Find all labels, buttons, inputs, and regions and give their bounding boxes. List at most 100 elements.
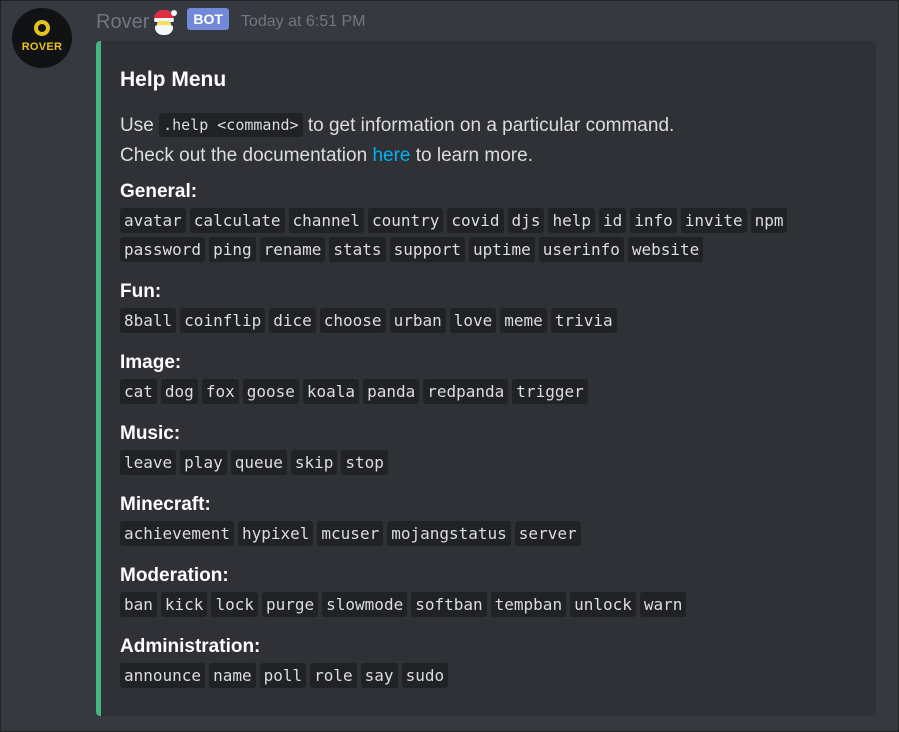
- command-chip[interactable]: announce: [120, 663, 206, 688]
- command-chip[interactable]: cat: [120, 379, 157, 404]
- section-image: Image: cat dog fox goose koala panda redpanda t…: [120, 351, 820, 404]
- command-chip[interactable]: unlock: [570, 592, 636, 617]
- embed-color-bar: [96, 41, 101, 716]
- command-chip[interactable]: slowmode: [322, 592, 408, 617]
- command-chip[interactable]: play: [180, 450, 227, 475]
- command-chip[interactable]: country: [367, 208, 444, 233]
- section-general: General: avatar calculate channel country co…: [120, 180, 820, 262]
- command-chip[interactable]: password: [120, 237, 206, 262]
- description-line-1: Use .help <command> to get information o…: [120, 111, 674, 141]
- section-minecraft: Minecraft: achievement hypixel mcuser mojan…: [120, 493, 820, 546]
- command-chip[interactable]: calculate: [189, 208, 285, 233]
- command-chip[interactable]: info: [630, 208, 677, 233]
- command-chip[interactable]: role: [310, 663, 357, 688]
- command-chip[interactable]: tempban: [490, 592, 567, 617]
- command-chip[interactable]: meme: [500, 308, 547, 333]
- command-chip[interactable]: support: [389, 237, 465, 262]
- command-chip[interactable]: name: [209, 663, 256, 688]
- bot-avatar[interactable]: ROVER: [12, 8, 72, 68]
- avatar-logo-text: ROVER: [21, 41, 63, 53]
- section-title: Image:: [120, 352, 182, 373]
- message-header: Rover BOT Today at 6:51 PM: [96, 8, 365, 36]
- command-chip[interactable]: goose: [242, 379, 299, 404]
- embed-description: Use .help <command> to get information o…: [120, 111, 674, 170]
- command-list: ban kick lock purge slowmode softban tempban un…: [120, 592, 820, 617]
- command-chip[interactable]: help: [548, 208, 595, 233]
- command-chip[interactable]: softban: [411, 592, 487, 617]
- desc-text: to learn more.: [410, 145, 533, 166]
- section-title: Fun:: [120, 281, 162, 302]
- command-chip[interactable]: website: [627, 237, 704, 262]
- desc-text: Use: [120, 115, 160, 136]
- command-list: achievement hypixel mcuser mojangstatus serv…: [120, 521, 820, 546]
- command-chip[interactable]: covid: [447, 208, 504, 233]
- command-list: leave play queue skip stop: [120, 450, 820, 475]
- command-chip[interactable]: choose: [319, 308, 386, 333]
- command-chip[interactable]: fox: [201, 379, 239, 404]
- command-list: 8ball coinflip dice choose urban love meme triv…: [120, 308, 820, 333]
- username[interactable]: Rover: [96, 8, 149, 36]
- inline-code: .help <command>: [159, 113, 303, 137]
- section-moderation: Moderation: ban kick lock purge slowmode soft…: [120, 564, 820, 617]
- command-chip[interactable]: ping: [209, 237, 256, 262]
- command-chip[interactable]: rename: [259, 237, 326, 262]
- command-chip[interactable]: dog: [160, 379, 198, 404]
- desc-text: Check out the documentation: [120, 145, 373, 166]
- section-fun: Fun: 8ball coinflip dice choose urban love mem…: [120, 280, 820, 333]
- command-chip[interactable]: queue: [230, 450, 287, 475]
- command-chip[interactable]: trigger: [512, 379, 588, 404]
- command-chip[interactable]: skip: [290, 450, 338, 475]
- command-chip[interactable]: poll: [259, 663, 307, 688]
- command-chip[interactable]: npm: [750, 208, 788, 233]
- help-embed: Help Menu Use .help <command> to get inf…: [96, 41, 876, 716]
- command-chip[interactable]: mcuser: [317, 521, 384, 546]
- section-title: Minecraft:: [120, 494, 211, 515]
- message-timestamp: Today at 6:51 PM: [240, 13, 366, 30]
- command-chip[interactable]: userinfo: [538, 237, 624, 262]
- command-list: avatar calculate channel country covid djs hel…: [120, 208, 820, 262]
- command-chip[interactable]: channel: [288, 208, 364, 233]
- command-chip[interactable]: leave: [120, 450, 177, 475]
- command-chip[interactable]: lock: [211, 592, 258, 617]
- section-title: Moderation:: [120, 565, 229, 586]
- command-chip[interactable]: redpanda: [423, 379, 509, 404]
- chat-message: ROVER Rover BOT Today at 6:51 PM Help Me…: [1, 1, 898, 731]
- command-list: announce name poll role say sudo: [120, 663, 820, 688]
- command-chip[interactable]: coinflip: [180, 308, 266, 333]
- command-chip[interactable]: id: [598, 208, 627, 233]
- command-chip[interactable]: purge: [261, 592, 319, 617]
- command-chip[interactable]: hypixel: [237, 521, 314, 546]
- command-chip[interactable]: ban: [120, 592, 157, 617]
- command-chip[interactable]: warn: [639, 592, 687, 617]
- section-title: General:: [120, 181, 198, 202]
- command-chip[interactable]: stop: [341, 450, 388, 475]
- santa-emoji-icon: [151, 9, 178, 35]
- command-chip[interactable]: uptime: [469, 237, 535, 262]
- command-chip[interactable]: koala: [302, 379, 360, 404]
- command-chip[interactable]: dice: [269, 308, 316, 333]
- command-chip[interactable]: say: [360, 663, 398, 688]
- command-chip[interactable]: server: [514, 521, 581, 546]
- command-chip[interactable]: invite: [680, 208, 747, 233]
- section-title: Administration:: [120, 636, 261, 657]
- command-chip[interactable]: love: [449, 308, 497, 333]
- section-music: Music: leave play queue skip stop: [120, 422, 820, 475]
- command-chip[interactable]: stats: [329, 237, 386, 262]
- embed-title: Help Menu: [120, 68, 227, 91]
- section-administration: Administration: announce name poll role say s…: [120, 635, 820, 688]
- command-chip[interactable]: achievement: [120, 521, 234, 546]
- documentation-link[interactable]: here: [372, 145, 410, 166]
- bot-tag-badge: BOT: [187, 8, 229, 30]
- command-chip[interactable]: panda: [363, 379, 420, 404]
- command-chip[interactable]: djs: [507, 208, 545, 233]
- rover-logo-icon: [34, 20, 50, 36]
- command-chip[interactable]: mojangstatus: [387, 521, 511, 546]
- command-chip[interactable]: trivia: [550, 308, 617, 333]
- command-chip[interactable]: sudo: [401, 663, 449, 688]
- description-line-2: Check out the documentation here to lear…: [120, 141, 674, 170]
- command-chip[interactable]: 8ball: [120, 308, 177, 333]
- command-chip[interactable]: kick: [160, 592, 208, 617]
- desc-text: to get information on a particular comma…: [302, 115, 675, 136]
- command-chip[interactable]: urban: [389, 308, 446, 333]
- command-chip[interactable]: avatar: [120, 208, 186, 233]
